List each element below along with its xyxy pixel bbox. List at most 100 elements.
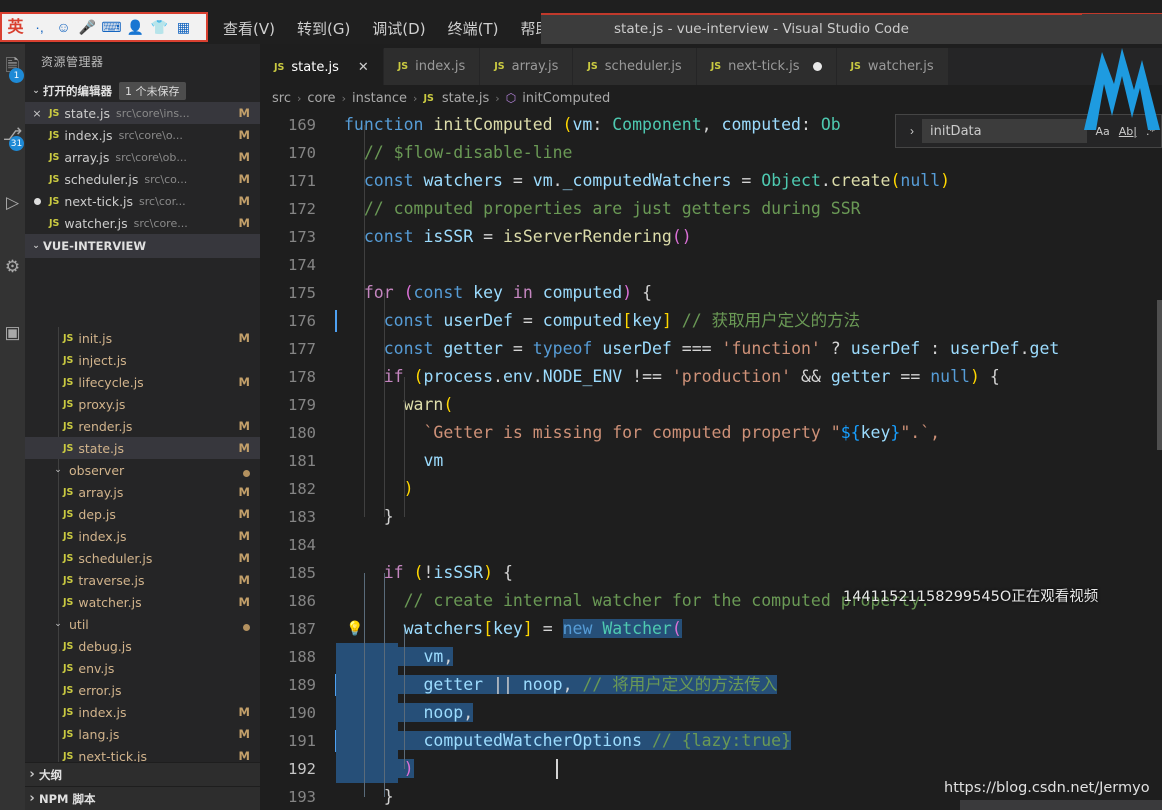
- breadcrumb-part-1[interactable]: core: [307, 91, 335, 106]
- open-editor-item[interactable]: JS watcher.js src\core... M: [25, 212, 260, 234]
- close-icon[interactable]: ×: [25, 107, 49, 120]
- tree-file[interactable]: JS array.js M: [25, 481, 260, 503]
- open-editors-header[interactable]: ⌄ 打开的编辑器 1 个未保存: [25, 79, 260, 102]
- tree-folder[interactable]: ⌄ util: [25, 613, 260, 635]
- code-line[interactable]: 185 if (!isSSR) {: [260, 559, 1162, 587]
- code-line[interactable]: 176 const userDef = computed[key] // 获取用…: [260, 307, 1162, 335]
- editor-tab-next-tick-js[interactable]: JS next-tick.js: [696, 48, 837, 85]
- open-editor-item[interactable]: JS index.js src\core\o... M: [25, 124, 260, 146]
- ime-voice-icon[interactable]: 🎤: [77, 17, 98, 38]
- tree-file[interactable]: JS proxy.js: [25, 393, 260, 415]
- ime-lang-toggle[interactable]: 英: [5, 17, 26, 38]
- code-line[interactable]: 177 const getter = typeof userDef === 'f…: [260, 335, 1162, 363]
- open-editor-item[interactable]: × JS state.js src\core\ins... M: [25, 102, 260, 124]
- tree-file[interactable]: JS lifecycle.js M: [25, 371, 260, 393]
- tree-file[interactable]: JS watcher.js M: [25, 591, 260, 613]
- code-line[interactable]: 171 const watchers = vm._computedWatcher…: [260, 167, 1162, 195]
- tree-file[interactable]: JS dep.js M: [25, 503, 260, 525]
- tree-file[interactable]: JS scheduler.js M: [25, 547, 260, 569]
- code-line[interactable]: 183 }: [260, 503, 1162, 531]
- sidebar-section-outline[interactable]: › 大纲: [25, 762, 260, 786]
- open-editor-item[interactable]: JS array.js src\core\ob... M: [25, 146, 260, 168]
- indent-guide: [364, 125, 365, 517]
- lightbulb-quickfix-icon[interactable]: 💡: [346, 621, 363, 637]
- tree-file[interactable]: JS lang.js M: [25, 723, 260, 745]
- sidebar-section-npm-scripts[interactable]: › NPM 脚本: [25, 786, 260, 810]
- toggle-replace-icon[interactable]: ›: [902, 124, 922, 138]
- code-line[interactable]: 184: [260, 531, 1162, 559]
- dirty-dot-icon[interactable]: [25, 195, 49, 208]
- tree-file[interactable]: JS traverse.js M: [25, 569, 260, 591]
- close-icon[interactable]: ✕: [358, 60, 369, 75]
- breadcrumb-part-0[interactable]: src: [272, 91, 291, 106]
- editor-tab-scheduler-js[interactable]: JS scheduler.js: [573, 48, 697, 85]
- token: {: [979, 367, 1000, 386]
- breadcrumb-part-3[interactable]: state.js: [442, 91, 489, 106]
- open-editors-list[interactable]: × JS state.js src\core\ins... M JS index.js src…: [25, 102, 260, 234]
- ime-punct-icon[interactable]: ·,: [29, 17, 50, 38]
- code-text: const isSSR = isServerRendering(): [344, 223, 692, 251]
- code-line[interactable]: 179 warn(: [260, 391, 1162, 419]
- workspace-header[interactable]: ⌄ VUE-INTERVIEW: [25, 234, 260, 258]
- activity-source-control[interactable]: ⎇ 31: [0, 118, 25, 152]
- menu-item-0[interactable]: 查看(V): [212, 16, 286, 41]
- tree-item-label: lifecycle.js: [78, 374, 144, 390]
- menu-bar[interactable]: 查看(V)转到(G)调试(D)终端(T)帮助(H): [212, 14, 584, 42]
- open-editor-item[interactable]: JS scheduler.js src\co... M: [25, 168, 260, 190]
- sidebar-title: 资源管理器: [41, 55, 104, 69]
- menu-item-3[interactable]: 终端(T): [437, 16, 510, 41]
- ime-user-icon[interactable]: 👤: [125, 17, 146, 38]
- ime-emoji-icon[interactable]: ☺: [53, 17, 74, 38]
- code-editor[interactable]: 169 function initComputed (vm: Component,…: [260, 111, 1162, 810]
- editor-tab-array-js[interactable]: JS array.js: [480, 48, 574, 85]
- editor-tab-index-js[interactable]: JS index.js: [383, 48, 481, 85]
- explorer-sidebar[interactable]: 资源管理器 ⌄ 打开的编辑器 1 个未保存 × JS state.js src\cor…: [25, 44, 260, 810]
- code-line[interactable]: 178 if (process.env.NODE_ENV !== 'produc…: [260, 363, 1162, 391]
- tree-folder[interactable]: ⌄ observer: [25, 459, 260, 481]
- ime-keyboard-icon[interactable]: ⌨: [101, 17, 122, 38]
- menu-item-2[interactable]: 调试(D): [361, 16, 436, 41]
- code-line[interactable]: 181 vm: [260, 447, 1162, 475]
- code-line[interactable]: 173 const isSSR = isServerRendering(): [260, 223, 1162, 251]
- file-tree[interactable]: JS init.js M JS inject.js JS lifecycle.js M JS pr…: [25, 327, 260, 782]
- tree-file[interactable]: JS debug.js: [25, 635, 260, 657]
- code-line[interactable]: 182 ): [260, 475, 1162, 503]
- activity-extensions[interactable]: ▣: [0, 316, 25, 350]
- symbol-function-icon: ⬡: [505, 91, 517, 105]
- editor-tabs[interactable]: JS state.js ✕ JS index.js JS array.js JS schedul…: [260, 48, 1162, 85]
- open-editor-item[interactable]: JS next-tick.js src\cor... M: [25, 190, 260, 212]
- activity-explorer[interactable]: 🗎 1: [0, 50, 25, 84]
- activity-run-debug[interactable]: ▷: [0, 186, 25, 220]
- breadcrumb-part-2[interactable]: instance: [352, 91, 407, 106]
- editor-tab-state-js[interactable]: JS state.js ✕: [260, 48, 384, 85]
- activity-bar[interactable]: 🗎 1 ⎇ 31 ▷ ⚙ ▣: [0, 44, 25, 810]
- code-line[interactable]: 180 `Getter is missing for computed prop…: [260, 419, 1162, 447]
- editor-scrollbar[interactable]: [1157, 300, 1162, 450]
- token: vm: [532, 171, 553, 190]
- sidebar-bottom-sections[interactable]: › 大纲 › NPM 脚本: [25, 762, 260, 810]
- code-line[interactable]: 172 // computed properties are just gett…: [260, 195, 1162, 223]
- editor-tab-watcher-js[interactable]: JS watcher.js: [836, 48, 949, 85]
- menu-item-1[interactable]: 转到(G): [286, 16, 361, 41]
- dirty-dot-icon[interactable]: [812, 62, 822, 71]
- chevron-down-icon: ⌄: [54, 465, 62, 475]
- activity-extensions-bug[interactable]: ⚙: [0, 250, 25, 284]
- tree-file[interactable]: JS index.js M: [25, 525, 260, 547]
- code-line[interactable]: 174: [260, 251, 1162, 279]
- ime-toolbar[interactable]: 英 ·, ☺ 🎤 ⌨ 👤 👕 ▦: [0, 12, 208, 42]
- tree-file[interactable]: JS env.js: [25, 657, 260, 679]
- tree-file[interactable]: JS render.js M: [25, 415, 260, 437]
- tree-file[interactable]: JS index.js M: [25, 701, 260, 723]
- ime-tools-icon[interactable]: ▦: [173, 17, 194, 38]
- tree-file[interactable]: JS error.js: [25, 679, 260, 701]
- code-line[interactable]: 175 for (const key in computed) {: [260, 279, 1162, 307]
- workspace-label: VUE-INTERVIEW: [43, 239, 147, 253]
- tree-file[interactable]: JS state.js M: [25, 437, 260, 459]
- search-input[interactable]: initData: [922, 119, 1087, 143]
- breadcrumb[interactable]: src › core › instance › JS state.js › ⬡ initComput…: [260, 85, 1162, 111]
- breadcrumb-part-4[interactable]: initComputed: [522, 91, 610, 106]
- ime-skin-icon[interactable]: 👕: [149, 17, 170, 38]
- code-line[interactable]: 187 watchers[key] = new Watcher(: [260, 615, 1162, 643]
- tree-file[interactable]: JS inject.js: [25, 349, 260, 371]
- tree-file[interactable]: JS init.js M: [25, 327, 260, 349]
